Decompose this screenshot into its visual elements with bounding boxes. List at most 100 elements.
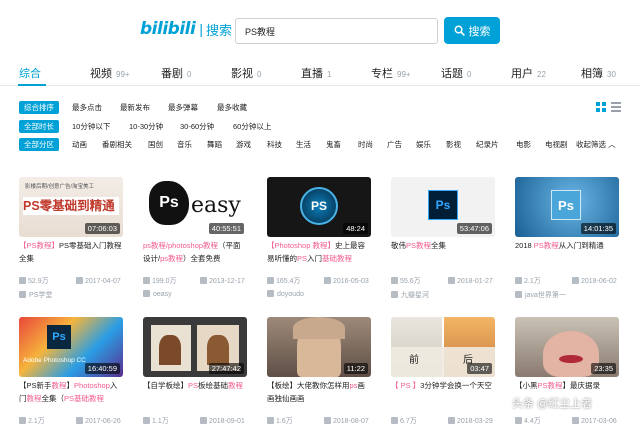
bilibili-logo[interactable]: bilibili | 搜索 [140,18,232,40]
filter-option[interactable]: 游戏 [236,139,251,150]
upload-date: 2018-09-01 [209,418,245,425]
play-count-icon [19,277,26,284]
video-title[interactable]: 敬伟PS教程全集 [391,240,495,278]
tab-label: 影视 [231,68,253,80]
video-thumbnail[interactable]: Ps 14:01:35 [515,177,619,237]
thumbnail-art: 前 [409,355,419,366]
video-thumbnail[interactable]: 影楼后期/创意广告/淘宝美工 PS零基础到精通 07:06:03 [19,177,123,237]
duration-filter-row: 全部时长 10分钟以下 10-30分钟 30-60分钟 60分钟以上 [19,120,639,134]
video-title[interactable]: 【PS教程】PS零基础入门教程全集 [19,240,123,278]
filter-option[interactable]: 动画 [72,139,87,150]
video-thumbnail[interactable]: Ps Adobe Photoshop CC 16:40:59 [19,317,123,377]
search-button-label: 搜索 [468,25,491,38]
play-count: 2.1万 [28,418,45,425]
filter-option[interactable]: 最多弹幕 [168,102,198,113]
video-meta: 6.7万 2018-03-29 [391,416,495,426]
uploader[interactable]: java世界第一 [515,290,566,300]
title-segment: 【Photoshop 教程】 [267,241,335,250]
title-segment: 敬伟 [391,241,406,250]
title-segment: Photoshop [74,381,110,390]
uploader[interactable]: 九瓣星河 [391,290,429,300]
tab-4[interactable]: 直播 1 [301,65,331,81]
video-title[interactable]: 2018 PS教程从入门到精通 [515,240,619,278]
thumbnail-art: Ps [428,190,458,220]
filter-zone-label[interactable]: 全部分区 [19,138,59,151]
video-meta: 199.0万 2013-12-17 [143,276,247,286]
duration-badge: 16:40:59 [84,363,120,374]
title-segment: 3分钟学会换一个天空 [420,381,492,390]
title-segment: 从入门到精通 [558,241,604,250]
calendar-icon [572,417,579,424]
video-thumbnail[interactable]: Ps easy 40:55:51 [143,177,247,237]
tab-count: 99+ [397,70,411,79]
video-thumbnail[interactable]: 11:22 [267,317,371,377]
uploader[interactable]: oeasy [143,290,172,298]
tab-6[interactable]: 话题 0 [441,65,471,81]
title-segment: PS [297,253,308,263]
title-segment: 全集 [431,241,447,250]
thumbnail-art: PS零基础到精通 [23,197,119,215]
search-input[interactable] [235,18,438,44]
filter-option[interactable]: 时尚 [358,139,373,150]
filter-option[interactable]: 60分钟以上 [233,121,271,132]
search-icon [454,25,465,36]
filter-option[interactable]: 鬼畜 [326,139,341,150]
title-segment: 【PS新手 [19,381,52,390]
filter-option[interactable]: 最新发布 [120,102,150,113]
filter-sort-label[interactable]: 综合排序 [19,101,59,114]
video-meta: 52.9万 2017-04-07 [19,276,123,286]
tab-7[interactable]: 用户 22 [511,65,546,81]
upload-date: 2017-06-26 [85,418,121,425]
tab-2[interactable]: 番剧 0 [161,65,191,81]
collapse-filter-button[interactable]: 收起筛选 ︿ [576,139,616,150]
tab-8[interactable]: 相簿 30 [581,65,616,81]
video-thumbnail[interactable]: 23:35 [515,317,619,377]
video-thumbnail[interactable]: Ps 53:47:06 [391,177,495,237]
filter-option[interactable]: 番剧相关 [102,139,132,150]
tab-0[interactable]: 综合 [19,65,41,81]
duration-badge: 23:35 [591,363,616,374]
filter-option[interactable]: 最多点击 [72,102,102,113]
video-title[interactable]: 【PS新手教程】Photoshop入门教程全集（PS基础教程 [19,380,123,418]
play-count-icon [391,277,398,284]
filter-duration-label[interactable]: 全部时长 [19,120,59,133]
filter-option[interactable]: 国创 [148,139,163,150]
filter-option[interactable]: 10分钟以下 [72,121,110,132]
grid-view-icon[interactable] [595,101,607,113]
uploader[interactable]: PS学堂 [19,290,52,300]
filter-option[interactable]: 生活 [296,139,311,150]
uploader-name: PS学堂 [29,292,53,299]
filter-option[interactable]: 舞蹈 [207,139,222,150]
tab-1[interactable]: 视频 99+ [90,65,130,81]
filter-option[interactable]: 电视剧 [545,139,568,150]
filter-option[interactable]: 最多收藏 [217,102,247,113]
video-thumbnail[interactable]: 27:47:42 [143,317,247,377]
video-title[interactable]: 【Photoshop 教程】史上最容易听懂的PS入门基础教程 [267,240,371,278]
thumbnail-art: Ps [149,181,189,225]
filter-option[interactable]: 影视 [446,139,461,150]
search-type-tabs: 综合 视频 99+ 番剧 0 影视 0 直播 1 专栏 99+ 话题 0 用户 22 相簿 30 [0,60,640,86]
video-title[interactable]: 【板绘】大佬教你怎样用ps画画独仙画画 [267,380,371,418]
filter-option[interactable]: 娱乐 [416,139,431,150]
uploader[interactable]: doyoudo [267,290,304,298]
search-button[interactable]: 搜索 [444,17,500,44]
play-count-icon [515,417,522,424]
filter-option[interactable]: 纪录片 [476,139,499,150]
video-thumbnail[interactable]: PS 48:24 [267,177,371,237]
tab-3[interactable]: 影视 0 [231,65,261,81]
thumbnail-art [207,335,229,365]
video-title[interactable]: 【自学板绘】PS板绘基础教程 [143,380,247,418]
filter-option[interactable]: 电影 [516,139,531,150]
video-title[interactable]: 【 PS 】3分钟学会换一个天空 [391,380,495,418]
filter-option[interactable]: 科技 [267,139,282,150]
list-view-icon[interactable] [610,101,622,113]
play-count: 55.6万 [400,278,421,285]
sort-filter-row: 综合排序 最多点击 最新发布 最多弹幕 最多收藏 [19,101,639,115]
filter-option[interactable]: 30-60分钟 [180,121,214,132]
filter-option[interactable]: 10-30分钟 [129,121,163,132]
tab-5[interactable]: 专栏 99+ [371,65,411,81]
video-title[interactable]: ps教程/photoshop教程（平面设计/ps教程）全套免费 [143,240,247,278]
filter-option[interactable]: 音乐 [177,139,192,150]
filter-option[interactable]: 广告 [387,139,402,150]
video-thumbnail[interactable]: 前后 03:47 [391,317,495,377]
